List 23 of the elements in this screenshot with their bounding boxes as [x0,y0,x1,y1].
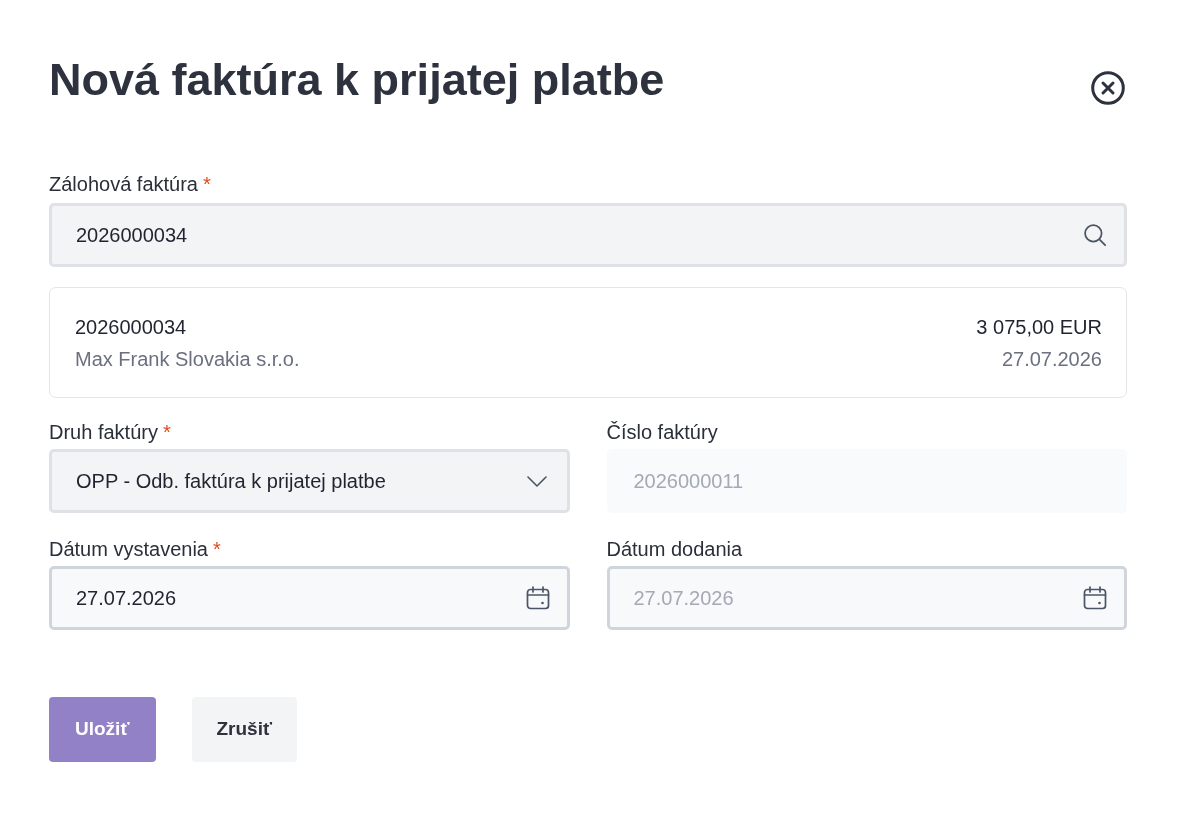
invoice-date: 27.07.2026 [1001,347,1102,371]
field-label: Druh faktúry [49,420,158,444]
field-label: Číslo faktúry [606,420,718,444]
chevron-down-icon [526,475,547,487]
date-field[interactable]: 27.07.2026 [49,566,570,630]
invoice-number: 2026000034 [75,315,188,339]
field-label: Zálohová faktúra [49,172,198,196]
required-asterisk: * [212,537,221,561]
cancel-button[interactable]: Zrušiť [191,697,298,762]
date-field[interactable]: 27.07.2026 [606,566,1127,630]
dropdown[interactable]: OPP - Odb. faktúra k prijatej platbe [49,449,570,513]
calendar-icon [1083,586,1107,610]
search-icon [1084,224,1106,246]
invoice-amount: 3 075,00 EUR [976,315,1102,339]
required-asterisk: * [203,172,211,196]
close-icon[interactable] [1091,71,1125,105]
search-field[interactable]: 2026000034 [49,203,1127,267]
calendar-icon [525,586,550,610]
dialog-title: Nová faktúra k prijatej platbe [49,54,665,106]
field-label: Dátum dodania [606,537,743,561]
field-label: Dátum vystavenia [49,537,208,561]
required-asterisk: * [162,420,171,444]
company-name: Max Frank Slovakia s.r.o. [75,347,300,371]
